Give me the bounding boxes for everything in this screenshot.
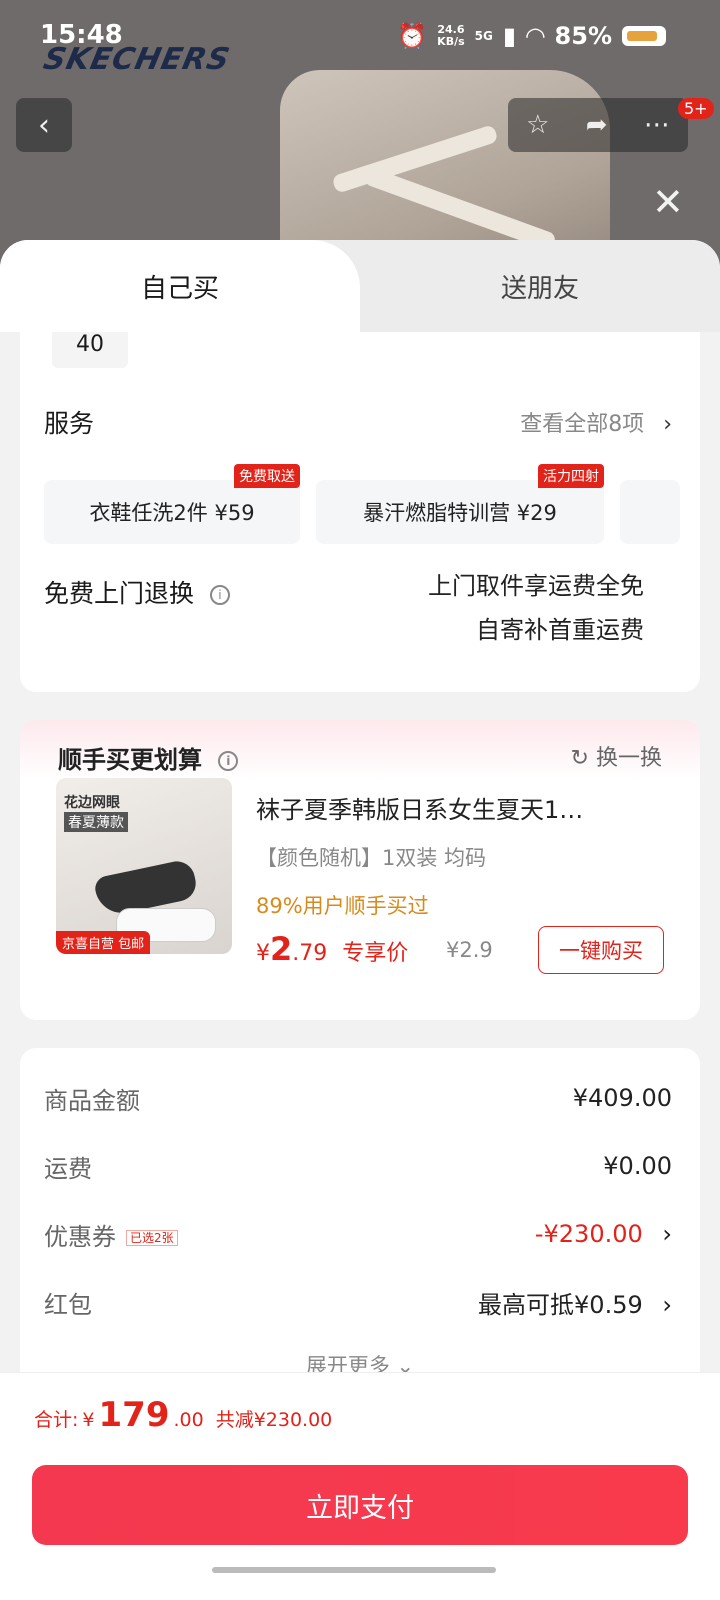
addon-original-price: ¥2.9 bbox=[446, 938, 493, 962]
share-icon[interactable]: ➦ bbox=[586, 110, 608, 140]
one-click-buy-button[interactable]: 一键购买 bbox=[538, 926, 664, 974]
info-icon[interactable]: i bbox=[218, 751, 239, 771]
clock: 15:48 bbox=[40, 20, 123, 50]
shipping-row: 运费 ¥0.00 bbox=[44, 1146, 672, 1186]
service-item-tag: 免费取送 bbox=[234, 464, 300, 488]
addon-product-spec: 【颜色随机】1双装 均码 bbox=[256, 846, 487, 870]
checkout-bottom-bar: 合计: ¥179.00 共减¥230.00 立即支付 bbox=[0, 1372, 720, 1600]
goods-amount-label: 商品金额 bbox=[44, 1086, 140, 1115]
more-icon[interactable]: ⋯ bbox=[644, 110, 670, 140]
redpack-value-wrap: 最高可抵¥0.59 › bbox=[478, 1285, 672, 1320]
back-button[interactable]: ‹ bbox=[16, 98, 72, 152]
coupon-row[interactable]: 优惠券 已选2张 -¥230.00 › bbox=[44, 1214, 672, 1254]
refresh-icon: ↻ bbox=[570, 746, 589, 771]
speed-unit: KB/s bbox=[437, 35, 465, 48]
options-card: 40 服务 查看全部8项 › 衣鞋任洗2件 ¥59 免费取送 暴汗燃脂特训营 ¥… bbox=[20, 332, 700, 692]
total-saved: 共减¥230.00 bbox=[215, 1409, 333, 1431]
message-badge: 5+ bbox=[678, 98, 714, 119]
service-item-more[interactable] bbox=[620, 480, 680, 544]
image-text-2: 春夏薄款 bbox=[64, 812, 128, 832]
tab-gift-friend[interactable]: 送朋友 bbox=[360, 240, 720, 332]
chevron-left-icon: ‹ bbox=[38, 107, 50, 143]
return-policy-text: 上门取件享运费全免 自寄补首重运费 bbox=[428, 564, 644, 652]
price-dec: .79 bbox=[292, 941, 328, 966]
redpack-label: 红包 bbox=[44, 1290, 92, 1319]
close-icon[interactable]: ✕ bbox=[652, 180, 684, 224]
service-item-label: 暴汗燃脂特训营 ¥29 bbox=[363, 501, 557, 525]
battery-percent: 85% bbox=[554, 22, 612, 50]
purchase-tabs: 送朋友 自己买 bbox=[0, 240, 720, 332]
total-dec: .00 bbox=[173, 1409, 204, 1431]
image-tag: 京喜自营 包邮 bbox=[56, 931, 151, 954]
price-label: 专享价 bbox=[342, 941, 409, 966]
status-icons: ⏰ 24.6 KB/s 5G ▮ ◠ 85% bbox=[397, 22, 666, 50]
total-label: 合计: bbox=[34, 1409, 79, 1431]
return-line-2: 自寄补首重运费 bbox=[476, 616, 644, 644]
service-title: 服务 bbox=[44, 409, 95, 438]
alarm-icon: ⏰ bbox=[397, 22, 428, 50]
service-item-tag: 活力四射 bbox=[538, 464, 604, 488]
addon-product-price: ¥2.79 专享价 bbox=[256, 930, 408, 968]
tab-buy-self[interactable]: 自己买 bbox=[0, 240, 360, 332]
total-symbol: ¥ bbox=[82, 1409, 95, 1431]
star-icon[interactable]: ☆ bbox=[526, 110, 549, 140]
price-symbol: ¥ bbox=[256, 941, 270, 966]
order-total: 合计: ¥179.00 共减¥230.00 bbox=[34, 1395, 332, 1435]
coupon-count-tag: 已选2张 bbox=[126, 1230, 178, 1246]
chevron-right-icon: › bbox=[663, 412, 672, 437]
shipping-value: ¥0.00 bbox=[603, 1152, 672, 1180]
network-speed: 24.6 KB/s bbox=[437, 24, 464, 48]
wifi-icon: ◠ bbox=[526, 22, 545, 50]
total-int: 179 bbox=[98, 1395, 170, 1435]
chevron-right-icon: › bbox=[662, 1290, 672, 1319]
price-summary-card: 商品金额 ¥409.00 运费 ¥0.00 优惠券 已选2张 -¥230.00 ›… bbox=[20, 1048, 700, 1408]
shipping-label: 运费 bbox=[44, 1154, 92, 1183]
battery-icon bbox=[622, 26, 666, 46]
redpack-value: 最高可抵¥0.59 bbox=[478, 1290, 643, 1319]
home-indicator[interactable] bbox=[212, 1567, 496, 1573]
service-view-all[interactable]: 查看全部8项 › bbox=[520, 406, 672, 438]
service-view-all-label: 查看全部8项 bbox=[520, 412, 645, 437]
addon-product-stat: 89%用户顺手买过 bbox=[256, 894, 429, 918]
return-line-1: 上门取件享运费全免 bbox=[428, 572, 644, 600]
network-type: 5G bbox=[474, 29, 493, 43]
addon-title-label: 顺手买更划算 bbox=[58, 746, 202, 774]
coupon-value: -¥230.00 bbox=[534, 1220, 643, 1248]
addon-product-name[interactable]: 袜子夏季韩版日系女生夏天1… bbox=[256, 790, 646, 825]
info-icon[interactable]: i bbox=[209, 585, 230, 605]
addon-card: 顺手买更划算 i ↻ 换一换 花边网眼 春夏薄款 京喜自营 包邮 袜子夏季韩版日… bbox=[20, 720, 700, 1020]
coupon-value-wrap: -¥230.00 › bbox=[535, 1220, 672, 1248]
return-policy-title: 免费上门退换 i bbox=[44, 574, 230, 610]
service-item-laundry[interactable]: 衣鞋任洗2件 ¥59 免费取送 bbox=[44, 464, 300, 544]
goods-amount-value: ¥409.00 bbox=[572, 1084, 672, 1112]
service-item-fitness[interactable]: 暴汗燃脂特训营 ¥29 活力四射 bbox=[316, 464, 604, 544]
chevron-right-icon: › bbox=[662, 1220, 672, 1248]
redpack-row[interactable]: 红包 最高可抵¥0.59 › bbox=[44, 1282, 672, 1322]
coupon-label-wrap: 优惠券 已选2张 bbox=[44, 1217, 178, 1252]
size-chip[interactable]: 40 bbox=[52, 332, 128, 368]
addon-title: 顺手买更划算 i bbox=[58, 740, 239, 775]
coupon-label: 优惠券 bbox=[44, 1222, 116, 1251]
swap-label: 换一换 bbox=[595, 746, 662, 771]
swap-button[interactable]: ↻ 换一换 bbox=[571, 740, 662, 772]
signal-icon: ▮ bbox=[502, 22, 517, 50]
price-int: 2 bbox=[270, 930, 293, 968]
return-policy-label: 免费上门退换 bbox=[44, 579, 195, 608]
goods-amount-row: 商品金额 ¥409.00 bbox=[44, 1078, 672, 1118]
pay-now-button[interactable]: 立即支付 bbox=[32, 1465, 688, 1545]
top-actions: ☆ ➦ ⋯ bbox=[508, 98, 688, 152]
status-bar: 15:48 ⏰ 24.6 KB/s 5G ▮ ◠ 85% bbox=[0, 0, 720, 72]
addon-product-image[interactable]: 花边网眼 春夏薄款 京喜自营 包邮 bbox=[56, 778, 232, 954]
image-text-1: 花边网眼 bbox=[64, 795, 120, 811]
service-item-label: 衣鞋任洗2件 ¥59 bbox=[89, 501, 255, 525]
